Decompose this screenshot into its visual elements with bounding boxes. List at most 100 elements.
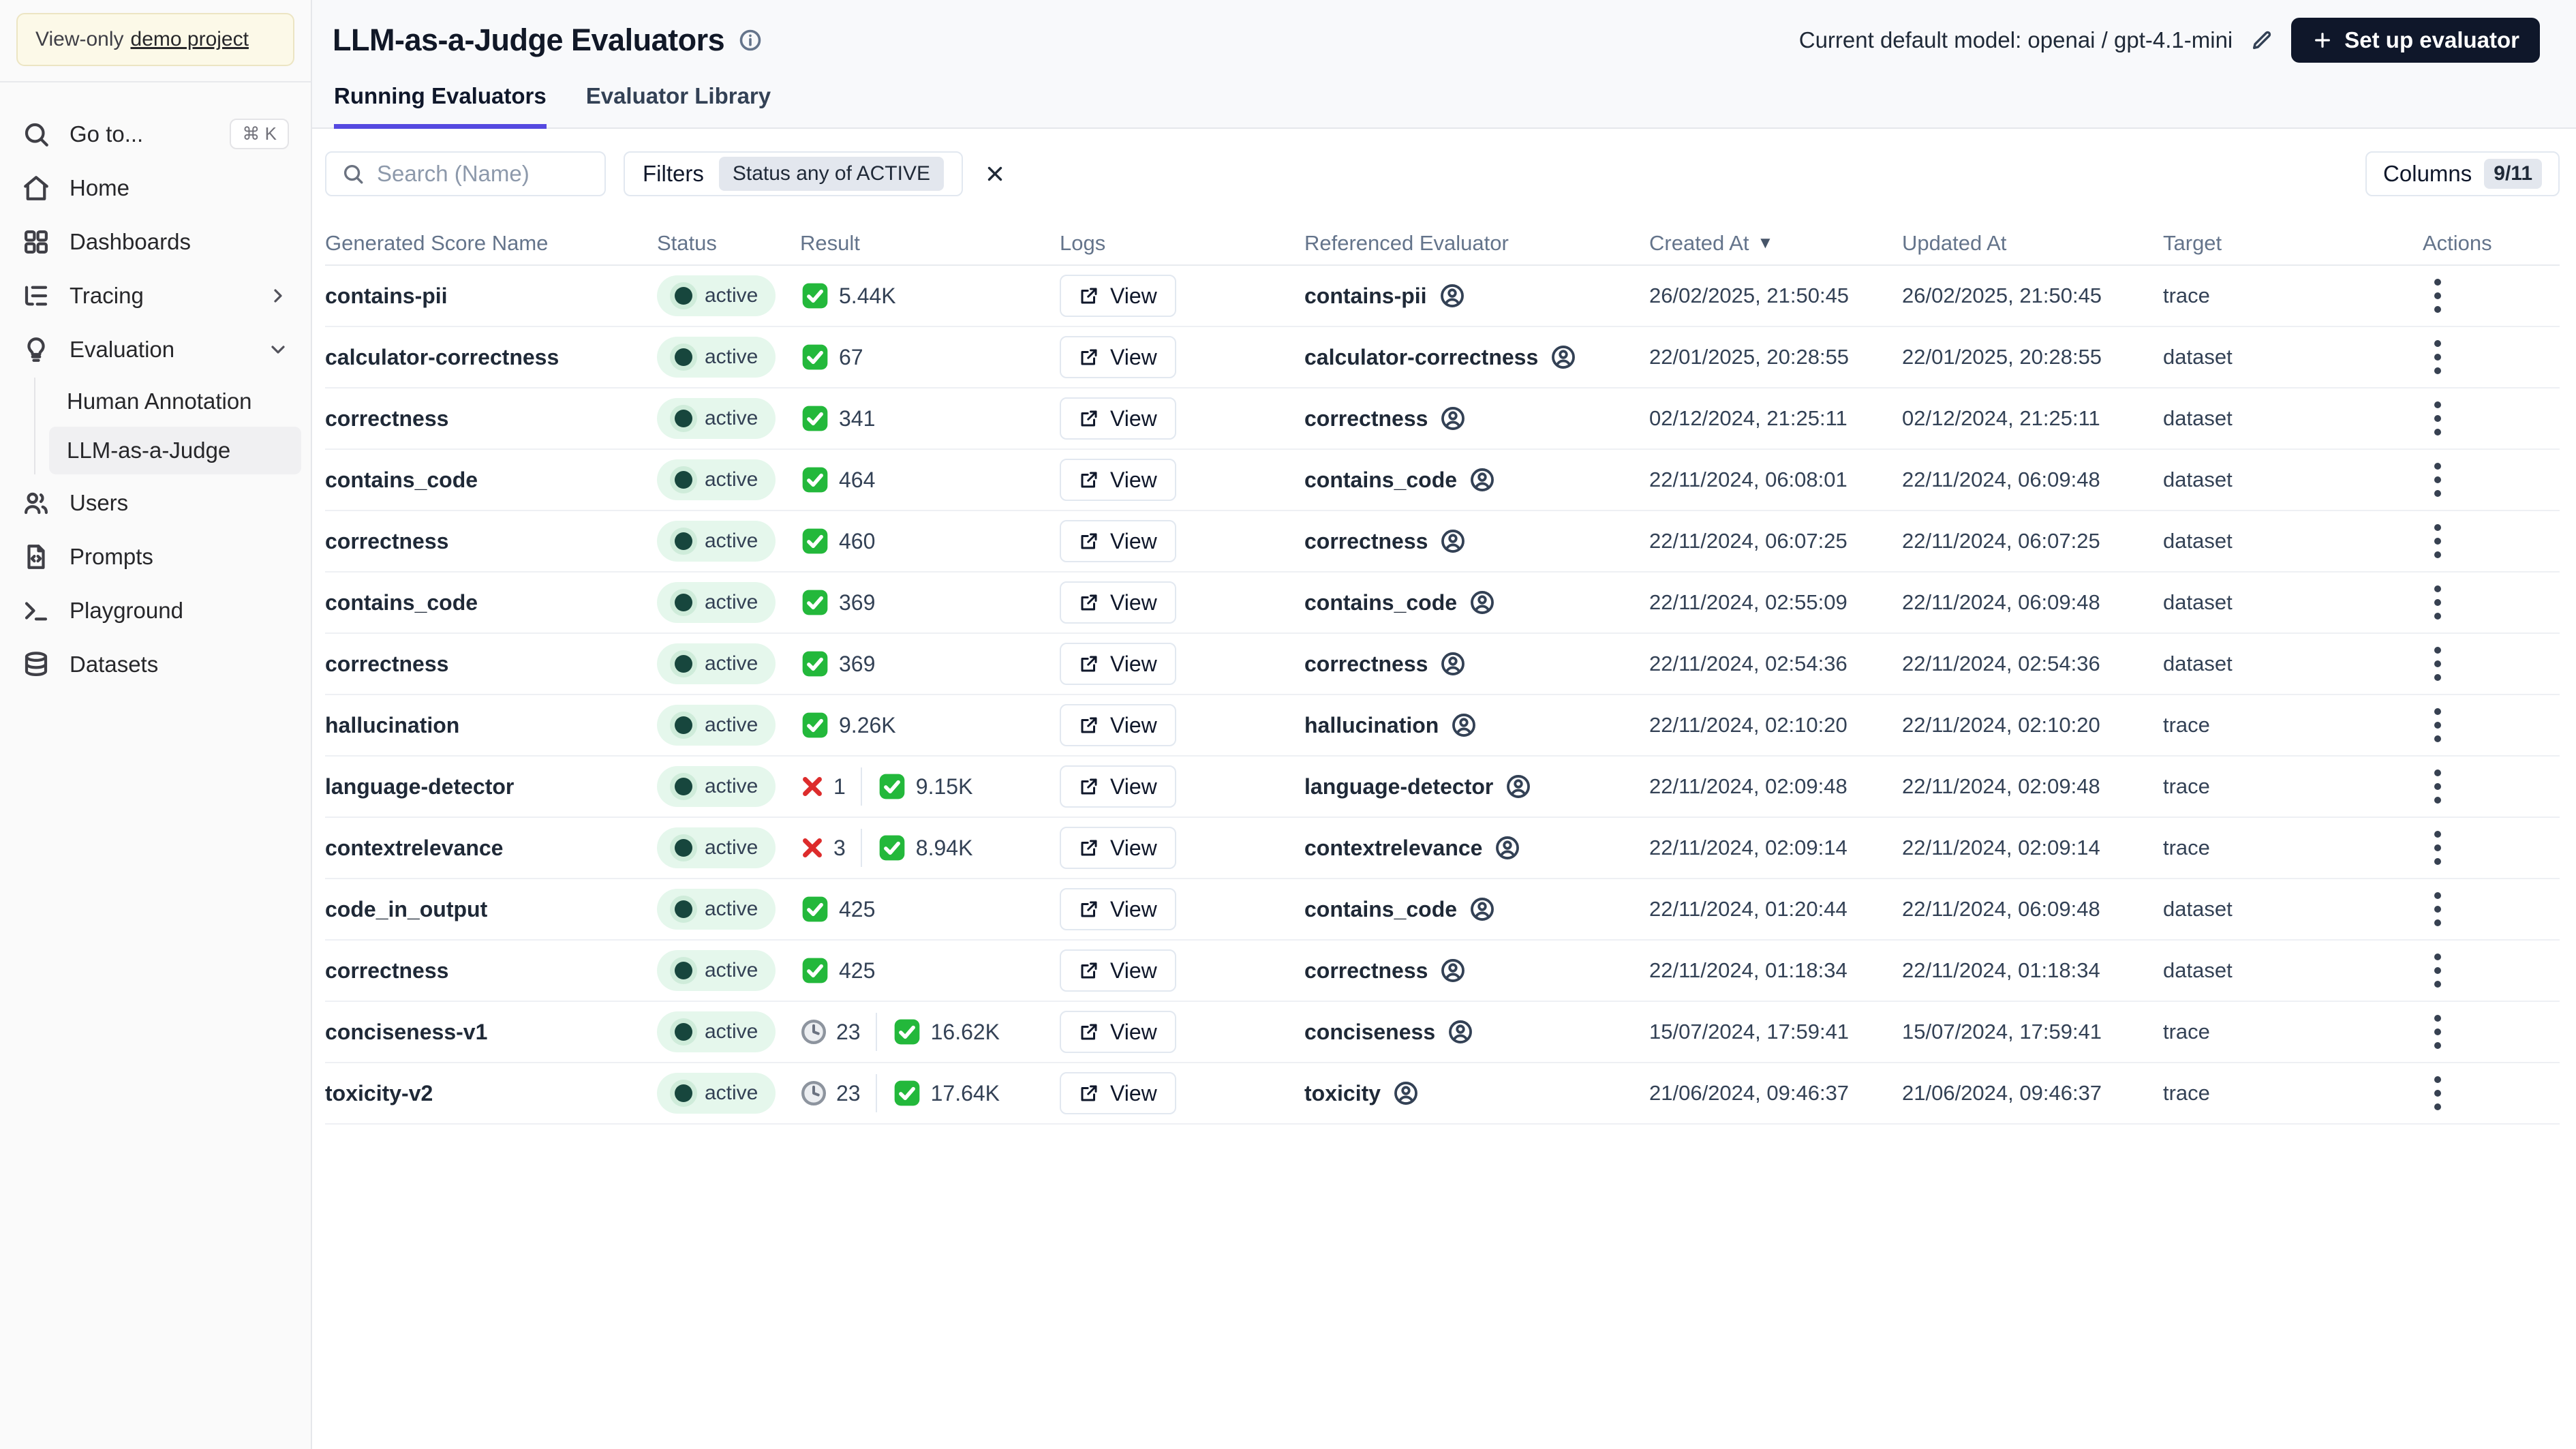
sidebar-item-goto[interactable]: Go to... ⌘ K [10,107,301,161]
sidebar-item-llm-as-a-judge[interactable]: LLM-as-a-Judge [49,427,301,474]
referenced-evaluator[interactable]: hallucination [1304,712,1649,738]
sidebar-item-playground[interactable]: Playground [10,583,301,637]
col-generated-score-name[interactable]: Generated Score Name [325,231,657,256]
columns-button[interactable]: Columns 9/11 [2365,151,2560,196]
pending-count: 23 [800,1018,861,1046]
col-referenced-evaluator[interactable]: Referenced Evaluator [1304,231,1649,256]
col-target[interactable]: Target [2163,231,2423,256]
row-actions-button[interactable] [2427,455,2449,504]
row-actions-button[interactable] [2427,701,2449,750]
row-actions-button[interactable] [2427,762,2449,811]
tab-evaluator-library[interactable]: Evaluator Library [586,83,771,129]
view-logs-button[interactable]: View [1060,336,1176,378]
view-logs-button[interactable]: View [1060,704,1176,746]
referenced-evaluator[interactable]: contextrelevance [1304,835,1649,861]
clear-filters-icon[interactable] [983,162,1007,185]
sidebar-item-label: Users [70,489,129,515]
view-logs-button[interactable]: View [1060,459,1176,501]
success-count: 425 [800,894,875,924]
referenced-evaluator[interactable]: correctness [1304,528,1649,554]
referenced-evaluator[interactable]: language-detector [1304,774,1649,799]
view-logs-button[interactable]: View [1060,520,1176,562]
success-check-icon [802,590,828,615]
sidebar-item-home[interactable]: Home [10,161,301,215]
referenced-evaluator[interactable]: calculator-correctness [1304,344,1649,370]
created-at: 15/07/2024, 17:59:41 [1649,1020,1850,1043]
row-actions-button[interactable] [2427,1007,2449,1056]
view-logs-button[interactable]: View [1060,643,1176,685]
sidebar-item-tracing[interactable]: Tracing [10,269,301,322]
view-logs-button[interactable]: View [1060,1011,1176,1053]
updated-at: 22/11/2024, 06:09:48 [1902,590,2100,614]
view-logs-button[interactable]: View [1060,888,1176,930]
row-actions-button[interactable] [2427,1069,2449,1118]
referenced-evaluator[interactable]: correctness [1304,406,1649,431]
chevron-right-icon [274,288,282,303]
row-actions-button[interactable] [2427,823,2449,872]
row-actions-button[interactable] [2427,946,2449,995]
referenced-evaluator[interactable]: toxicity [1304,1080,1649,1106]
sidebar-item-prompts[interactable]: Prompts [10,530,301,583]
col-result[interactable]: Result [800,231,1060,256]
referenced-evaluator[interactable]: correctness [1304,958,1649,983]
success-check-icon [879,774,905,799]
view-logs-button[interactable]: View [1060,765,1176,808]
updated-at: 22/11/2024, 01:18:34 [1902,958,2100,982]
row-actions-button[interactable] [2427,578,2449,627]
created-at: 22/11/2024, 02:54:36 [1649,652,1847,675]
referenced-evaluator[interactable]: contains_code [1304,896,1649,922]
col-updated-at[interactable]: Updated At [1902,231,2163,256]
created-at: 22/11/2024, 02:55:09 [1649,590,1847,614]
row-actions-button[interactable] [2427,394,2449,443]
user-circle-icon [1440,284,1464,307]
view-logs-button[interactable]: View [1060,827,1176,869]
tab-running-evaluators[interactable]: Running Evaluators [334,83,547,129]
filters-button[interactable]: Filters Status any of ACTIVE [624,151,963,196]
edit-pencil-icon[interactable] [2250,29,2273,52]
sidebar-item-evaluation[interactable]: Evaluation [10,322,301,376]
target: trace [2163,836,2210,859]
row-actions-button[interactable] [2427,885,2449,934]
referenced-evaluator[interactable]: contains_code [1304,590,1649,615]
view-logs-button[interactable]: View [1060,397,1176,440]
col-status[interactable]: Status [657,231,800,256]
row-actions-button[interactable] [2427,271,2449,320]
success-check-icon [802,896,828,922]
result-cell: 23 17.64K [800,1074,1060,1112]
col-created-at[interactable]: Created At ▼ [1649,231,1902,256]
score-name: correctness [325,528,449,553]
set-up-evaluator-button[interactable]: Set up evaluator [2291,18,2540,63]
created-at: 22/11/2024, 02:10:20 [1649,713,1847,737]
success-check-icon [879,835,905,861]
col-logs[interactable]: Logs [1060,231,1304,256]
referenced-evaluator[interactable]: contains_code [1304,467,1649,493]
search-box [325,151,606,196]
sidebar-item-users[interactable]: Users [10,476,301,530]
demo-project-link[interactable]: demo project [131,28,249,51]
referenced-evaluator[interactable]: correctness [1304,651,1649,677]
active-dot-icon [675,900,692,918]
created-at: 22/11/2024, 02:09:14 [1649,836,1847,859]
result-cell: 425 [800,956,1060,986]
target: trace [2163,1081,2210,1105]
page-header: LLM-as-a-Judge Evaluators Current defaul… [312,0,2576,129]
search-input[interactable] [377,161,589,187]
user-circle-icon [1441,407,1465,430]
row-actions-button[interactable] [2427,517,2449,566]
referenced-evaluator[interactable]: conciseness [1304,1019,1649,1045]
sidebar-item-dashboards[interactable]: Dashboards [10,215,301,269]
target: dataset [2163,345,2233,369]
info-icon[interactable] [738,28,763,52]
view-logs-button[interactable]: View [1060,1072,1176,1114]
row-actions-button[interactable] [2427,333,2449,382]
result-cell: 425 [800,894,1060,924]
referenced-evaluator[interactable]: contains-pii [1304,283,1649,309]
view-logs-button[interactable]: View [1060,581,1176,624]
view-logs-button[interactable]: View [1060,949,1176,992]
kebab-menu-icon [2434,708,2441,742]
view-logs-button[interactable]: View [1060,275,1176,317]
sidebar-item-datasets[interactable]: Datasets [10,637,301,691]
row-actions-button[interactable] [2427,639,2449,688]
sidebar-item-human-annotation[interactable]: Human Annotation [49,378,301,425]
sidebar-item-label: Evaluation [70,336,175,362]
